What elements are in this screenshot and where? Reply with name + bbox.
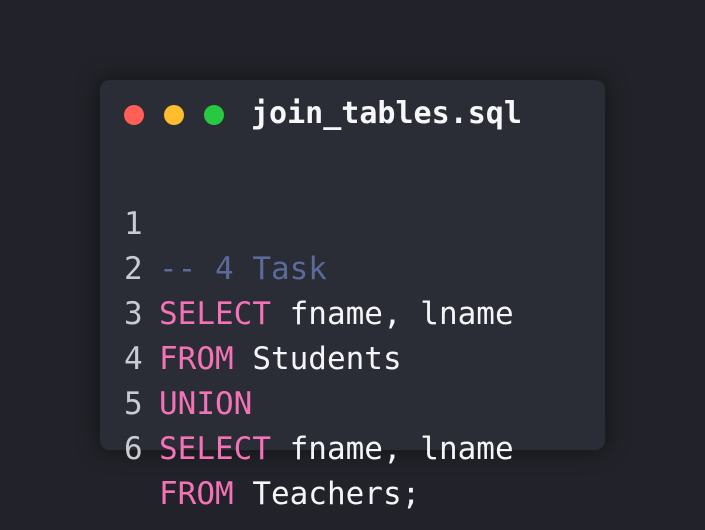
title-bar: join_tables.sql <box>100 80 605 150</box>
code-line: 5 SELECT fname, lname <box>100 337 605 467</box>
code-line: 6 FROM Teachers; <box>100 382 605 512</box>
code-editor[interactable]: 1 -- 4 Task 2 SELECT fname, lname 3 FROM… <box>100 157 605 512</box>
file-name: join_tables.sql <box>251 96 522 131</box>
code-window: join_tables.sql 1 -- 4 Task 2 SELECT fna… <box>100 80 605 512</box>
line-content: FROM Teachers; <box>159 472 420 517</box>
code-line: 4 UNION <box>100 292 605 422</box>
code-line: 3 FROM Students <box>100 247 605 377</box>
maximize-button[interactable] <box>204 105 224 125</box>
line-number: 6 <box>124 431 143 467</box>
sql-keyword: FROM <box>159 476 234 512</box>
sql-text: fname, lname <box>270 431 514 467</box>
line-content: SELECT fname, lname <box>159 427 514 472</box>
close-button[interactable] <box>124 105 144 125</box>
sql-text: Teachers; <box>233 476 421 512</box>
code-line: 2 SELECT fname, lname <box>100 202 605 332</box>
minimize-button[interactable] <box>164 105 184 125</box>
code-line: 1 -- 4 Task <box>100 157 605 287</box>
